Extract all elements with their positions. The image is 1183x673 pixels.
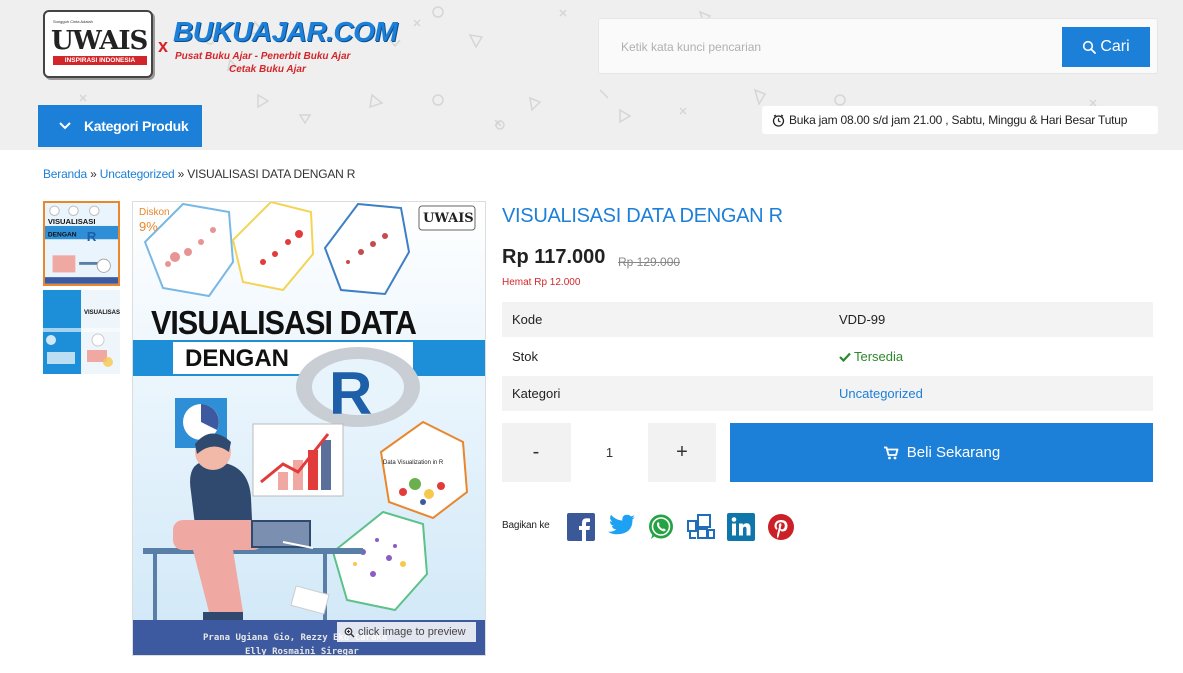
product-price: Rp 117.000 — [502, 246, 606, 268]
detail-value: VDD-99 — [839, 312, 886, 327]
product-original-price: Rp 129.000 — [618, 255, 681, 269]
quantity-increase-button[interactable]: + — [648, 423, 716, 482]
category-menu-label: Kategori Produk — [84, 118, 189, 134]
search-button-label: Cari — [1100, 38, 1130, 55]
cover-title: VISUALISASI DATA — [151, 304, 416, 341]
linkedin-icon — [727, 513, 755, 541]
search-input[interactable] — [609, 28, 1061, 66]
line-messenger-icon — [687, 514, 715, 539]
cover-r-letter: R — [329, 360, 372, 427]
search-icon — [1083, 40, 1097, 54]
cover-subtitle: DENGAN — [185, 345, 289, 372]
buy-now-button[interactable]: Beli Sekarang — [730, 423, 1153, 482]
quantity-input[interactable] — [571, 423, 648, 482]
opening-hours-text: Buka jam 08.00 s/d jam 21.00 , Sabtu, Mi… — [789, 113, 1128, 127]
breadcrumb-separator: » — [177, 167, 185, 181]
check-icon — [839, 352, 851, 363]
opening-hours: Buka jam 08.00 s/d jam 21.00 , Sabtu, Mi… — [762, 106, 1158, 134]
whatsapp-icon — [649, 514, 673, 539]
breadcrumb-home-link[interactable]: Beranda — [43, 167, 87, 181]
buy-now-label: Beli Sekarang — [906, 444, 1001, 461]
uwais-logo-tagline: Sungguh Cinta Adalah — [53, 19, 93, 24]
search-bar: Cari — [598, 18, 1158, 74]
gallery-thumbnail-1[interactable]: VISUALISASI DENGAN R — [43, 201, 120, 286]
breadcrumb: Beranda » Uncategorized » VISUALISASI DA… — [43, 167, 355, 181]
product-main-image[interactable]: UWAIS VISUALISASI DATA DENGAN R Data Vis… — [132, 201, 486, 656]
facebook-icon — [567, 513, 595, 541]
bukuajar-logo-word: BUKUAJAR.COM — [173, 16, 398, 47]
site-logo[interactable]: Sungguh Cinta Adalah UWAIS INSPIRASI IND… — [43, 10, 398, 80]
search-button[interactable]: Cari — [1062, 27, 1150, 67]
svg-text:R: R — [87, 229, 97, 244]
category-link[interactable]: Uncategorized — [839, 386, 923, 401]
share-pinterest-button[interactable] — [766, 512, 796, 542]
cover-publisher-logo: UWAIS — [423, 211, 474, 226]
bukuajar-logo-tagline: Pusat Buku Ajar - Penerbit Buku Ajar — [175, 51, 351, 62]
svg-text:DENGAN: DENGAN — [48, 231, 77, 238]
detail-row-stock: Stok Tersedia — [502, 339, 1153, 374]
quantity-decrease-button[interactable]: - — [502, 423, 570, 482]
product-savings: Hemat Rp 12.000 — [502, 277, 581, 288]
svg-text:VISUALISASI: VISUALISASI — [84, 310, 120, 316]
svg-text:VISUALISASI: VISUALISASI — [48, 217, 96, 226]
bukuajar-logo-tagline-2: Cetak Buku Ajar — [229, 64, 306, 75]
share-linkedin-button[interactable] — [726, 512, 756, 542]
uwais-logo-subtitle: INSPIRASI INDONESIA — [53, 56, 147, 65]
detail-value: Tersedia — [839, 349, 903, 364]
detail-row-category: Kategori Uncategorized — [502, 376, 1153, 411]
site-header: Sungguh Cinta Adalah UWAIS INSPIRASI IND… — [0, 0, 1183, 150]
book-cover-image: UWAIS VISUALISASI DATA DENGAN R Data Vis… — [133, 202, 485, 656]
quantity-stepper: - + — [502, 423, 716, 482]
detail-label: Stok — [512, 349, 539, 364]
zoom-icon — [344, 627, 355, 637]
breadcrumb-separator: » — [90, 167, 97, 181]
image-preview-hint-label: click image to preview — [358, 626, 466, 638]
book-cover-thumbnail: VISUALISASI DENGAN R — [45, 203, 118, 284]
share-twitter-button[interactable] — [606, 512, 636, 542]
share-facebook-button[interactable] — [566, 512, 596, 542]
chevron-down-icon — [59, 122, 71, 130]
logo-separator: x — [158, 36, 169, 56]
book-cover-spread-thumbnail: VISUALISASI — [43, 290, 120, 374]
detail-label: Kategori — [512, 386, 561, 401]
cart-icon — [883, 446, 899, 459]
share-line-button[interactable] — [686, 512, 716, 542]
pinterest-icon — [768, 514, 794, 540]
breadcrumb-current: VISUALISASI DATA DENGAN R — [187, 167, 356, 181]
breadcrumb-category-link[interactable]: Uncategorized — [100, 167, 175, 181]
product-title: VISUALISASI DATA DENGAN R — [502, 205, 783, 227]
gallery-thumbnail-2[interactable]: VISUALISASI — [43, 290, 120, 374]
twitter-icon — [608, 514, 635, 535]
clock-icon — [772, 114, 785, 127]
uwais-logo: Sungguh Cinta Adalah UWAIS INSPIRASI IND… — [43, 10, 153, 78]
detail-row-code: Kode VDD-99 — [502, 302, 1153, 337]
image-preview-hint[interactable]: click image to preview — [337, 622, 476, 642]
category-menu-button[interactable]: Kategori Produk — [38, 105, 202, 147]
discount-badge-value: 9% — [139, 219, 158, 234]
cover-authors-line-2: Elly Rosmaini Siregar — [245, 646, 359, 656]
share-whatsapp-button[interactable] — [646, 512, 676, 542]
discount-badge: Diskon 9% — [139, 207, 170, 235]
stock-status: Tersedia — [854, 349, 904, 364]
uwais-logo-word: UWAIS — [51, 26, 148, 56]
share-label: Bagikan ke — [502, 520, 550, 531]
detail-label: Kode — [512, 312, 543, 327]
discount-badge-label: Diskon — [139, 207, 170, 218]
cover-inset-title: Data Visualization in R — [383, 460, 444, 466]
